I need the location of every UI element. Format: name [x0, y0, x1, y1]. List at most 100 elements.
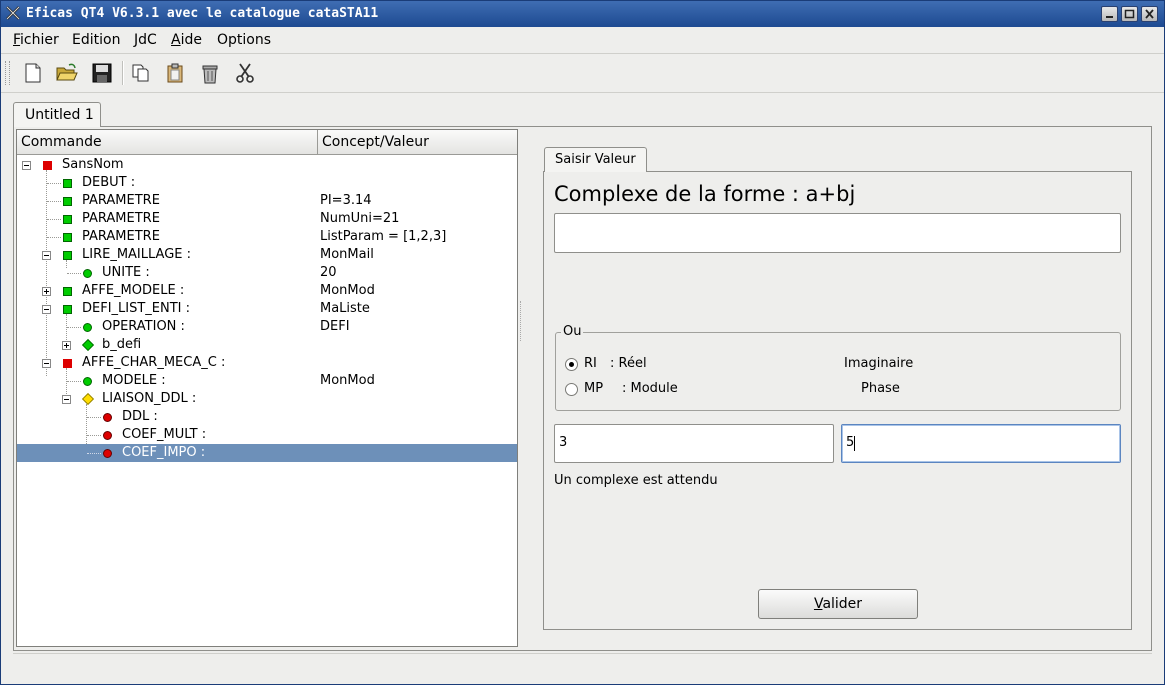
maximize-button[interactable]: [1121, 6, 1138, 22]
close-window-button[interactable]: [1141, 6, 1158, 22]
tree-row-label: COEF_MULT :: [122, 427, 207, 442]
tree-row-label: AFFE_MODELE :: [82, 283, 185, 298]
paste-button[interactable]: [162, 60, 188, 86]
complex-input[interactable]: [554, 213, 1121, 253]
tree-row-affe-char-meca-c[interactable]: AFFE_CHAR_MECA_C :: [17, 354, 517, 372]
tree-row-label: LIRE_MAILLAGE :: [82, 247, 192, 262]
tree-row-label: LIAISON_DDL :: [102, 391, 197, 406]
tree-row-operation[interactable]: OPERATION : DEFI: [17, 318, 517, 336]
tree-guide: [87, 435, 101, 436]
copy-icon: [132, 64, 149, 82]
menu-jdc[interactable]: JdC: [134, 32, 157, 48]
tree-row-liaison-ddl[interactable]: LIAISON_DDL :: [17, 390, 517, 408]
expand-icon[interactable]: [62, 341, 71, 350]
invalid-keyword-icon: [103, 449, 112, 458]
menu-options[interactable]: Options: [217, 32, 271, 48]
tree-guide: [67, 381, 81, 382]
main-window: Eficas QT4 V6.3.1 avec le catalogue cata…: [0, 0, 1165, 685]
tab-saisir-valeur[interactable]: Saisir Valeur: [544, 147, 647, 172]
minimize-button[interactable]: [1101, 6, 1118, 22]
tree-row-label: AFFE_CHAR_MECA_C :: [82, 355, 226, 370]
tree-row-defi-list-enti[interactable]: DEFI_LIST_ENTI : MaListe: [17, 300, 517, 318]
menubar-divider: [1, 53, 1164, 54]
tree-row-label: b_defi: [102, 337, 142, 352]
tree-row-value: PI=3.14: [320, 193, 372, 208]
imaginary-part-input[interactable]: 5: [841, 424, 1121, 463]
tree-row-label: SansNom: [62, 157, 124, 172]
paste-icon: [167, 63, 183, 83]
tree-row-debut[interactable]: DEBUT :: [17, 174, 517, 192]
collapse-icon[interactable]: [42, 251, 51, 260]
tree-row-unite[interactable]: UNITE : 20: [17, 264, 517, 282]
valid-keyword-icon: [83, 269, 92, 278]
format-group: [555, 332, 1121, 411]
column-header-value[interactable]: Concept/Valeur: [318, 130, 517, 155]
collapse-icon[interactable]: [42, 359, 51, 368]
save-button[interactable]: [89, 60, 115, 86]
tree-row-label: MODELE :: [102, 373, 166, 388]
valid-keyword-icon: [83, 377, 92, 386]
valid-keyword-icon: [83, 323, 92, 332]
tree-row-ddl[interactable]: DDL :: [17, 408, 517, 426]
validate-button[interactable]: Valider: [758, 589, 918, 619]
minimize-icon: [1106, 16, 1113, 18]
status-bar-divider: [13, 653, 1152, 654]
valid-status-icon: [63, 251, 72, 260]
mp-radio[interactable]: [565, 383, 578, 396]
tree-row-b-defi[interactable]: b_defi: [17, 336, 517, 354]
invalid-keyword-icon: [103, 413, 112, 422]
tree-row-label: DDL :: [122, 409, 158, 424]
delete-button[interactable]: [197, 60, 223, 86]
tree-row-sansnom[interactable]: SansNom: [17, 156, 517, 174]
new-file-button[interactable]: [20, 60, 46, 86]
command-tree[interactable]: Commande Concept/Valeur SansNom DEBUT : …: [16, 129, 518, 647]
tree-row-value: MonMod: [320, 373, 375, 388]
valid-status-icon: [63, 287, 72, 296]
tree-row-parametre[interactable]: PARAMETRE PI=3.14: [17, 192, 517, 210]
maximize-icon: [1124, 9, 1135, 19]
tree-row-value: 20: [320, 265, 337, 280]
tree-row-label: COEF_IMPO :: [122, 445, 206, 460]
tree-guide: [47, 237, 61, 238]
menu-edition[interactable]: Edition: [72, 32, 120, 48]
splitter-handle[interactable]: [520, 301, 524, 341]
warning-block-icon: [81, 392, 95, 406]
open-file-button[interactable]: [54, 60, 80, 86]
panel-heading: Complexe de la forme : a+bj: [554, 182, 856, 206]
tree-row-modele[interactable]: MODELE : MonMod: [17, 372, 517, 390]
tree-row-affe-modele[interactable]: AFFE_MODELE : MonMod: [17, 282, 517, 300]
close-icon: [1145, 9, 1154, 19]
collapse-icon[interactable]: [22, 161, 31, 170]
tree-row-coef-mult[interactable]: COEF_MULT :: [17, 426, 517, 444]
validate-button-label: Valider: [813, 596, 863, 612]
title-bar[interactable]: Eficas QT4 V6.3.1 avec le catalogue cata…: [1, 1, 1164, 27]
column-header-command[interactable]: Commande: [17, 130, 318, 155]
ri-radio[interactable]: [565, 358, 578, 371]
tree-row-label: OPERATION :: [102, 319, 185, 334]
expand-icon[interactable]: [42, 287, 51, 296]
tree-row-value: ListParam = [1,2,3]: [320, 229, 447, 244]
menu-fichier[interactable]: Fichier: [13, 32, 59, 48]
tree-row-parametre[interactable]: PARAMETRE NumUni=21: [17, 210, 517, 228]
collapse-icon[interactable]: [62, 395, 71, 404]
valid-status-icon: [63, 233, 72, 242]
collapse-icon[interactable]: [42, 305, 51, 314]
tree-row-lire-maillage[interactable]: LIRE_MAILLAGE : MonMail: [17, 246, 517, 264]
ri-description: : Réel: [610, 356, 647, 371]
tree-row-label: UNITE :: [102, 265, 150, 280]
menu-bar: Fichier Edition JdC Aide Options: [1, 28, 1164, 52]
real-part-input[interactable]: 3: [554, 424, 834, 463]
copy-button[interactable]: [128, 60, 154, 86]
tree-row-coef-impo[interactable]: COEF_IMPO :: [17, 444, 517, 462]
mp-description: : Module: [622, 381, 678, 396]
toolbar-handle[interactable]: [5, 61, 10, 85]
tab-untitled-1[interactable]: Untitled 1: [13, 102, 101, 127]
menu-aide[interactable]: Aide: [171, 32, 202, 48]
tree-guide: [67, 327, 81, 328]
tree-row-value: MonMod: [320, 283, 375, 298]
app-icon: [6, 6, 20, 20]
tree-row-parametre[interactable]: PARAMETRE ListParam = [1,2,3]: [17, 228, 517, 246]
cut-button[interactable]: [232, 60, 258, 86]
group-title: Ou: [561, 324, 584, 339]
toolbar-separator: [122, 61, 124, 85]
